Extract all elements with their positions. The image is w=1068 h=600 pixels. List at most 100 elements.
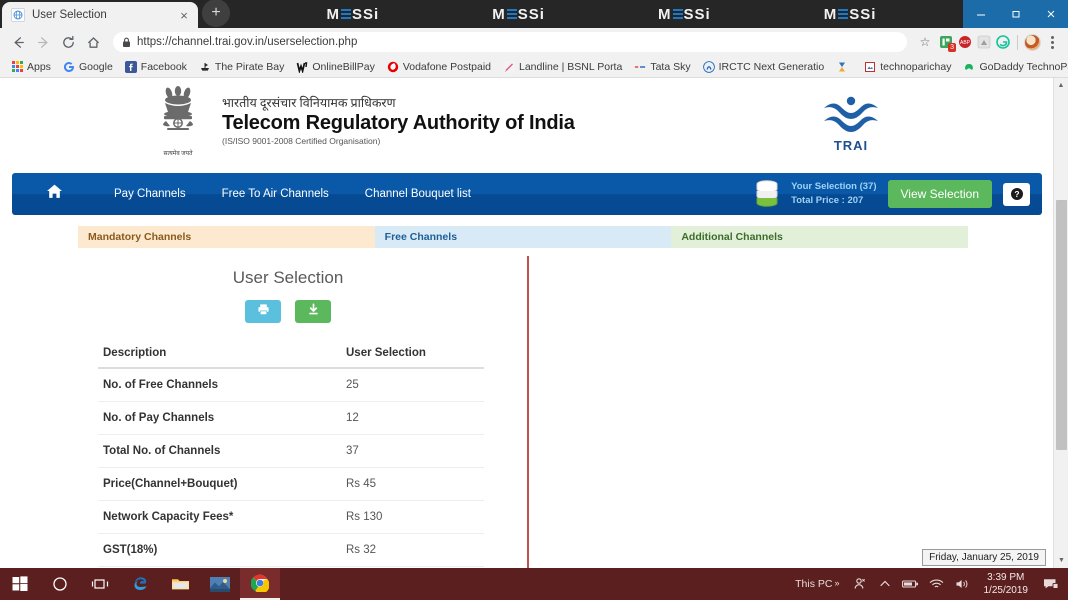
database-icon [754, 179, 780, 209]
people-icon[interactable] [846, 568, 872, 600]
column-header-user-selection: User Selection [341, 339, 484, 369]
photos-button[interactable] [200, 568, 240, 600]
selection-count: Your Selection (37) [791, 181, 877, 193]
battery-icon[interactable] [898, 568, 924, 600]
clock-tooltip: Friday, January 25, 2019 [922, 549, 1046, 566]
row-value: Rs 32 [341, 533, 484, 567]
user-selection-table: Description User Selection No. of Free C… [98, 339, 484, 568]
row-value: 25 [341, 368, 484, 402]
new-tab-button[interactable]: + [202, 0, 230, 27]
maximize-button[interactable] [998, 0, 1033, 28]
help-button[interactable]: ? [1003, 182, 1030, 206]
facebook-icon [124, 60, 137, 73]
browser-tab[interactable]: User Selection × [2, 2, 198, 28]
bookmark-star-icon[interactable]: ☆ [914, 35, 936, 49]
close-icon[interactable]: × [176, 7, 192, 23]
view-selection-button[interactable]: View Selection [887, 180, 992, 208]
trai-logo-text: TRAI [833, 138, 869, 153]
bookmark-label: Google [78, 60, 113, 73]
nav-item-free-to-air-channels[interactable]: Free To Air Channels [204, 188, 347, 200]
bookmark-the-pirate-bay[interactable]: The Pirate Bay [193, 57, 290, 77]
kebab-menu-icon[interactable] [1042, 35, 1062, 49]
browser-toolbar: https://channel.trai.gov.in/userselectio… [0, 28, 1068, 56]
adblock-plus-icon[interactable]: ABP [955, 31, 974, 53]
column-header-description: Description [98, 339, 341, 369]
browser-tab-title: User Selection [32, 9, 107, 21]
chrome-button[interactable] [240, 568, 280, 600]
home-icon[interactable] [81, 30, 106, 54]
bookmark-label: Vodafone Postpaid [402, 60, 491, 73]
tab-mandatory-channels[interactable]: Mandatory Channels [78, 226, 375, 248]
bookmark-hourglass[interactable] [830, 57, 858, 77]
show-hidden-icons-chevron[interactable] [872, 568, 898, 600]
taskbar-clock[interactable]: 3:39 PM 1/25/2019 [976, 571, 1037, 598]
wifi-icon[interactable] [924, 568, 950, 600]
bookmark-godaddy[interactable]: GoDaddy TechnoPari [957, 57, 1068, 77]
bsnl-icon [503, 60, 515, 73]
scroll-up-arrow[interactable]: ▲ [1054, 78, 1068, 93]
taskbar: This PC» 3:39 PM 1/25/2019 [0, 568, 1068, 600]
cortana-button[interactable] [40, 568, 80, 600]
action-center-button[interactable] [1036, 568, 1066, 600]
this-pc-label[interactable]: This PC» [789, 578, 845, 590]
main-content: User Selection Description User Selectio… [0, 248, 1053, 568]
table-header-row: Description User Selection [98, 339, 484, 369]
bookmark-facebook[interactable]: Facebook [119, 57, 193, 77]
forward-icon[interactable] [31, 30, 56, 54]
nav-item-pay-channels[interactable]: Pay Channels [96, 188, 204, 200]
table-row: Network Capacity Fees* Rs 130 [98, 500, 484, 534]
bookmark-vodafone-postpaid[interactable]: Vodafone Postpaid [381, 57, 497, 77]
minimize-button[interactable] [963, 0, 998, 28]
bookmark-label: Facebook [140, 60, 187, 73]
row-description: No. of Pay Channels [98, 401, 341, 435]
bookmark-irctc[interactable]: IRCTC Next Generatio [697, 57, 831, 77]
reload-icon[interactable] [56, 30, 81, 54]
file-explorer-button[interactable] [160, 568, 200, 600]
volume-icon[interactable] [950, 568, 976, 600]
selection-total-price: Total Price : 207 [791, 195, 864, 206]
main-navbar: Pay Channels Free To Air Channels Channe… [12, 173, 1042, 215]
edge-button[interactable] [120, 568, 160, 600]
watermark-4: M SSi [823, 5, 877, 23]
table-row: No. of Pay Channels 12 [98, 401, 484, 435]
close-window-button[interactable] [1033, 0, 1068, 28]
tab-additional-channels[interactable]: Additional Channels [671, 226, 969, 248]
bookmark-technoparichay[interactable]: technoparichay [858, 57, 957, 77]
this-pc-overflow: » [834, 578, 840, 588]
scrollbar-thumb[interactable] [1056, 200, 1067, 450]
bookmark-tata-sky[interactable]: Tata Sky [628, 57, 696, 77]
page-content: सत्यमेव जयते भारतीय दूरसंचार विनियामक प्… [0, 78, 1053, 568]
row-value: Rs 130 [341, 500, 484, 534]
row-description: GST(18%) [98, 533, 341, 567]
nav-home-button[interactable] [12, 183, 96, 205]
bookmark-label: Apps [27, 60, 51, 73]
avatar[interactable] [1023, 31, 1042, 53]
back-icon[interactable] [6, 30, 31, 54]
download-icon [307, 303, 320, 321]
download-button[interactable] [295, 300, 331, 323]
bookmark-bsnl-landline[interactable]: Landline | BSNL Porta [497, 57, 628, 77]
table-row: GST(18%) Rs 32 [98, 533, 484, 567]
tab-free-channels[interactable]: Free Channels [374, 226, 672, 248]
bookmark-apps[interactable]: Apps [5, 57, 57, 77]
nav-item-channel-bouquet-list[interactable]: Channel Bouquet list [347, 188, 489, 200]
bookmark-onlinebillpay[interactable]: OnlineBillPay [290, 57, 380, 77]
address-bar[interactable]: https://channel.trai.gov.in/userselectio… [113, 32, 907, 52]
print-button[interactable] [245, 300, 281, 323]
selection-text: Your Selection (37) Total Price : 207 [791, 180, 876, 208]
vertical-scrollbar[interactable]: ▲ ▼ [1053, 78, 1068, 568]
extension-green-icon[interactable]: 3 [936, 31, 956, 53]
india-emblem: सत्यमेव जयते [150, 83, 206, 157]
org-title-english: Telecom Regulatory Authority of India [222, 112, 575, 134]
page-title: User Selection [232, 268, 344, 287]
channel-category-tabs: Mandatory Channels Free Channels Additio… [78, 226, 969, 248]
browser-tab-strip: User Selection × + M SSi M SSi M SSi M SSi [0, 0, 1068, 28]
bookmark-google[interactable]: Google [57, 57, 119, 77]
task-view-button[interactable] [80, 568, 120, 600]
table-row: No. of Free Channels 25 [98, 368, 484, 402]
extension-grey-icon[interactable] [974, 31, 993, 53]
start-button[interactable] [0, 568, 40, 600]
grammarly-icon[interactable] [993, 31, 1012, 53]
scroll-down-arrow[interactable]: ▼ [1054, 553, 1068, 568]
godaddy-icon [963, 61, 975, 73]
